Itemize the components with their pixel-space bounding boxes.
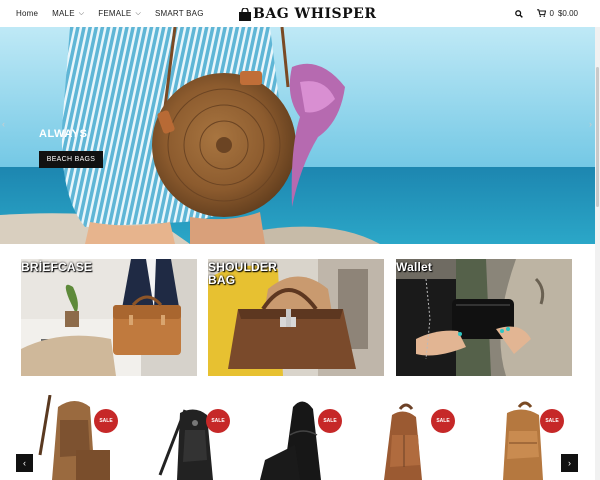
hero-image	[0, 27, 600, 244]
category-shoulder-bag[interactable]: SHOULDER BAG	[208, 259, 384, 376]
hero-prev-arrow-icon[interactable]: ‹	[2, 119, 5, 129]
product-card[interactable]: SALE	[255, 395, 345, 480]
header-actions: 0 $0.00	[514, 0, 578, 27]
page: Home MALE ⌵ FEMALE ⌵ SMART BAG BAG WHISPER…	[0, 0, 600, 480]
scrollbar-thumb[interactable]	[596, 67, 599, 207]
nav-smart-bag[interactable]: SMART BAG	[155, 9, 204, 18]
sale-badge: SALE	[431, 409, 455, 433]
site-header: Home MALE ⌵ FEMALE ⌵ SMART BAG BAG WHISPER…	[0, 0, 600, 27]
cart-total: $0.00	[557, 9, 578, 18]
nav-female[interactable]: FEMALE ⌵	[98, 9, 141, 18]
sale-badge: SALE	[94, 409, 118, 433]
main-nav: Home MALE ⌵ FEMALE ⌵ SMART BAG	[16, 0, 204, 27]
sale-badge: SALE	[318, 409, 342, 433]
product-carousel: SALE SALE SALE SALE SALE	[0, 394, 600, 480]
nav-male-label: MALE	[52, 9, 75, 18]
site-logo[interactable]: BAG WHISPER	[238, 5, 376, 23]
logo-text: BAG WHISPER	[253, 6, 377, 22]
product-image	[38, 394, 110, 480]
product-card[interactable]: SALE	[30, 394, 120, 480]
category-wallet[interactable]: Wallet	[396, 259, 572, 376]
wallet-image	[396, 259, 572, 376]
nav-female-label: FEMALE	[98, 9, 132, 18]
nav-male[interactable]: MALE ⌵	[52, 9, 84, 18]
hero-caption: ALWAYS	[39, 128, 88, 140]
hero-slider: ALWAYS BEACH BAGS ‹ ›	[0, 27, 600, 244]
cart-icon	[536, 8, 546, 19]
hero-next-arrow-icon[interactable]: ›	[589, 119, 592, 129]
cart-button[interactable]: 0 $0.00	[536, 8, 578, 19]
category-wallet-label: Wallet	[396, 260, 433, 274]
product-image	[260, 401, 321, 480]
product-image	[158, 409, 213, 480]
category-shoulder-bag-label: SHOULDER BAG	[208, 260, 277, 287]
sale-badge: SALE	[206, 409, 230, 433]
chevron-down-icon: ⌵	[135, 9, 141, 17]
beach-bags-button[interactable]: BEACH BAGS	[39, 151, 103, 168]
product-image	[384, 403, 422, 480]
nav-home-label: Home	[16, 9, 39, 18]
carousel-prev-arrow-icon[interactable]: ‹	[16, 454, 33, 472]
search-icon[interactable]	[514, 9, 523, 18]
product-card[interactable]: SALE	[370, 395, 460, 480]
product-card[interactable]: SALE	[145, 395, 235, 480]
category-briefcase[interactable]: BRİEFCASE	[21, 259, 197, 376]
chevron-down-icon: ⌵	[78, 9, 85, 17]
category-briefcase-label: BRİEFCASE	[21, 260, 93, 274]
nav-home[interactable]: Home	[16, 9, 38, 18]
cart-count: 0	[549, 9, 554, 18]
carousel-next-arrow-icon[interactable]: ›	[561, 454, 578, 472]
briefcase-image	[21, 259, 197, 376]
sale-badge: SALE	[540, 409, 564, 433]
bag-logo-icon	[238, 6, 252, 21]
nav-smart-bag-label: SMART BAG	[154, 9, 204, 18]
